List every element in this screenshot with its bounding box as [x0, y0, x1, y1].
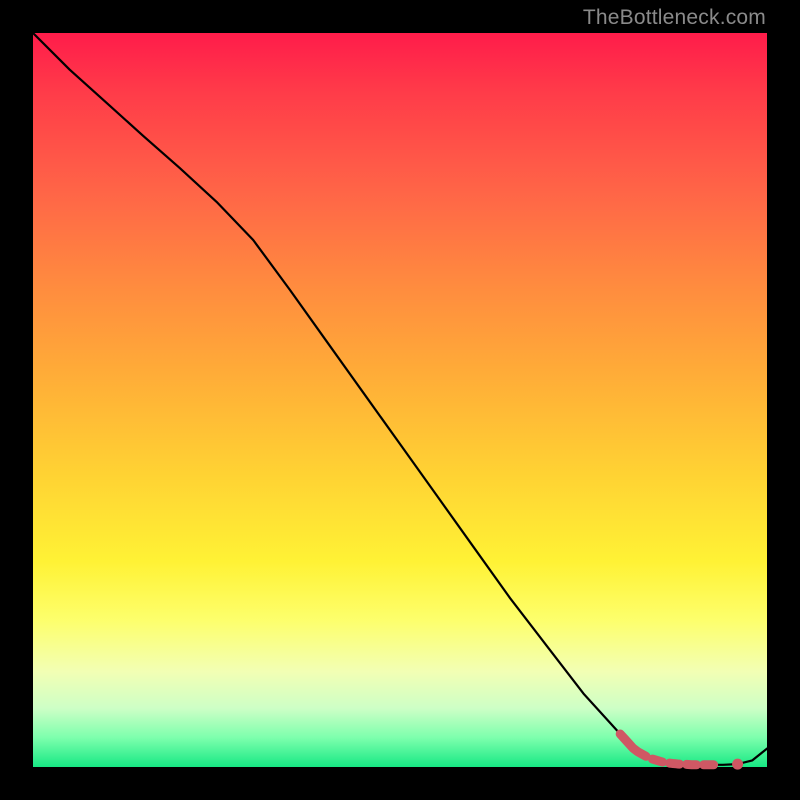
highlight-dash — [653, 759, 663, 762]
bottleneck-curve — [33, 33, 767, 765]
chart-overlay — [33, 33, 767, 767]
highlight-dash — [670, 763, 680, 764]
highlight-end-dot — [732, 759, 743, 770]
watermark-text: TheBottleneck.com — [583, 6, 766, 30]
highlight-dash — [620, 734, 646, 756]
outer-frame: TheBottleneck.com — [0, 0, 800, 800]
